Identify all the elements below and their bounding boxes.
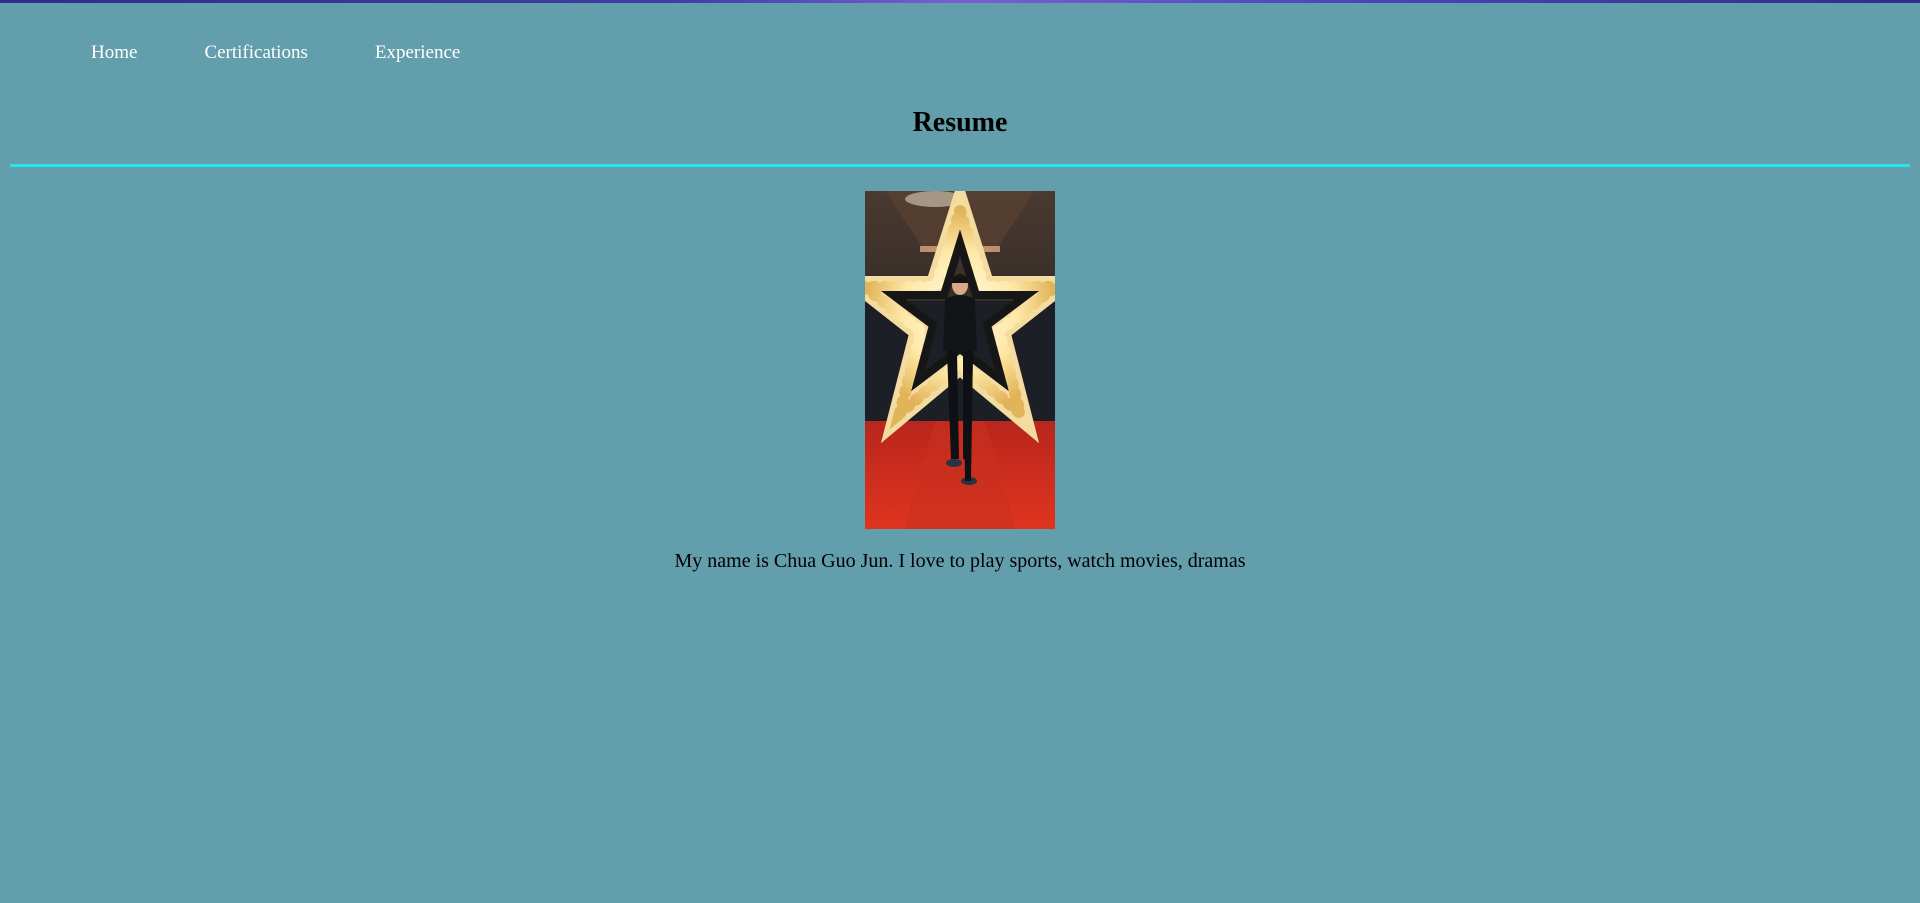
page-title: Resume <box>912 107 1008 138</box>
nav-link-home[interactable]: Home <box>91 40 137 66</box>
nav-link-experience[interactable]: Experience <box>375 40 460 66</box>
header-divider <box>10 164 1910 167</box>
top-border-band <box>0 0 1920 3</box>
profile-photo <box>865 191 1055 529</box>
nav-link-certifications[interactable]: Certifications <box>204 40 307 66</box>
bio-text: My name is Chua Guo Jun. I love to play … <box>674 550 1246 572</box>
top-navigation: Home Certifications Experience <box>91 40 527 66</box>
